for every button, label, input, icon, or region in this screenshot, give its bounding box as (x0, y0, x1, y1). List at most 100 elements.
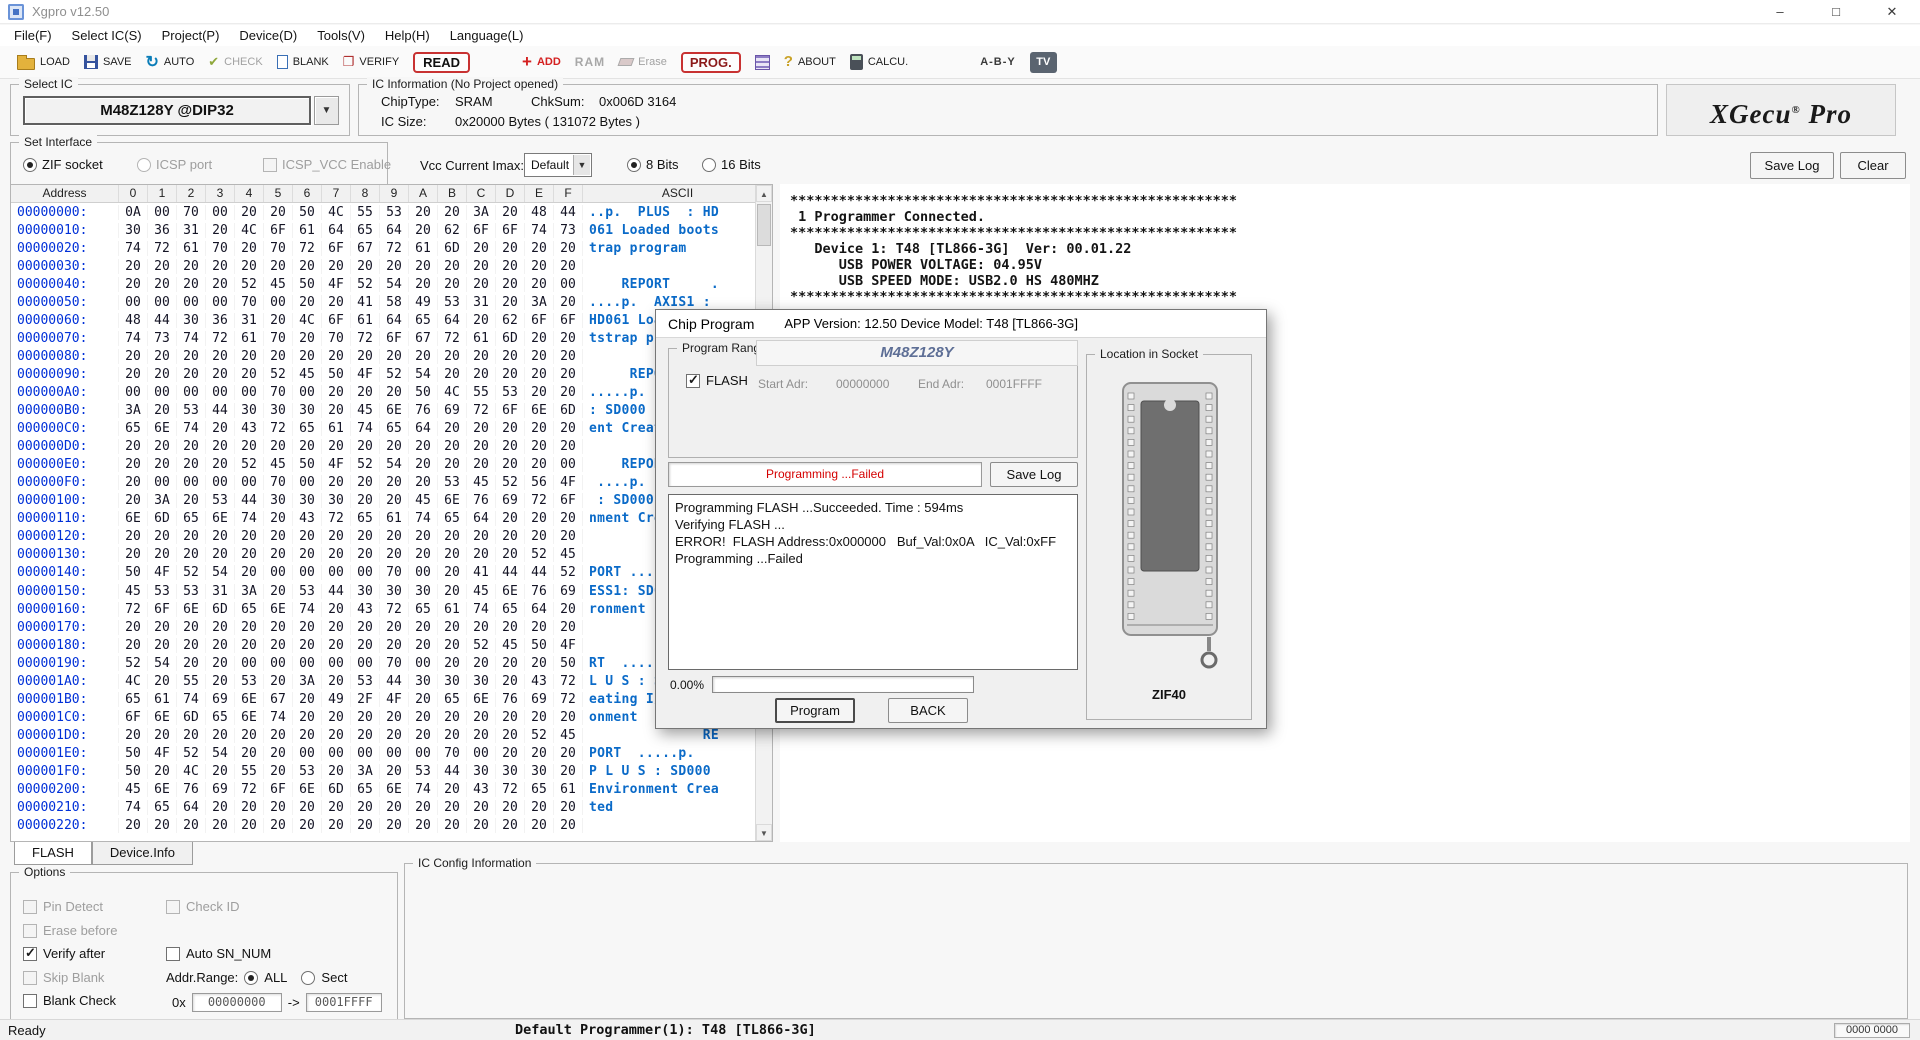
hex-byte[interactable]: 4F (554, 638, 583, 653)
hex-byte[interactable]: 20 (496, 349, 525, 364)
hex-byte[interactable]: 3A (235, 584, 264, 599)
hex-byte[interactable]: 20 (148, 674, 177, 689)
hex-byte[interactable]: 72 (554, 674, 583, 689)
hex-byte[interactable]: 20 (119, 728, 148, 743)
hex-byte[interactable]: 20 (293, 800, 322, 815)
hex-byte[interactable]: 30 (380, 584, 409, 599)
hex-byte[interactable]: 6D (322, 782, 351, 797)
hex-byte[interactable]: 74 (177, 331, 206, 346)
hex-byte[interactable]: 53 (409, 764, 438, 779)
hex-byte[interactable]: 4C (235, 223, 264, 238)
blank-check-checkbox[interactable]: Blank Check (23, 993, 116, 1008)
hex-byte[interactable]: 20 (322, 385, 351, 400)
hex-byte[interactable]: 20 (438, 529, 467, 544)
hex-byte[interactable]: 69 (554, 584, 583, 599)
vcc-current-select[interactable]: Default ▼ (524, 153, 592, 177)
hex-byte[interactable]: 00 (264, 565, 293, 580)
hex-byte[interactable]: 20 (351, 529, 380, 544)
hex-byte[interactable]: 61 (177, 241, 206, 256)
hex-byte[interactable]: 20 (496, 710, 525, 725)
hex-byte[interactable]: 20 (206, 223, 235, 238)
save-log-button[interactable]: Save Log (1750, 152, 1834, 179)
hex-byte[interactable]: 20 (322, 439, 351, 454)
hex-byte[interactable]: 20 (322, 674, 351, 689)
hex-byte[interactable]: 20 (235, 620, 264, 635)
hex-byte[interactable]: 20 (264, 511, 293, 526)
hex-byte[interactable]: 6D (206, 602, 235, 617)
hex-byte[interactable]: 70 (264, 331, 293, 346)
hex-byte[interactable]: 20 (206, 656, 235, 671)
hex-byte[interactable]: 20 (554, 331, 583, 346)
hex-byte[interactable]: 20 (496, 205, 525, 220)
hex-byte[interactable]: 4C (322, 205, 351, 220)
toolbar-save-button[interactable]: SAVE (84, 47, 132, 77)
hex-byte[interactable]: 20 (148, 439, 177, 454)
hex-byte[interactable]: 20 (380, 439, 409, 454)
hex-byte[interactable]: 20 (496, 728, 525, 743)
hex-byte[interactable]: 00 (235, 385, 264, 400)
hex-byte[interactable]: 70 (380, 565, 409, 580)
addr-range-all-radio[interactable] (244, 971, 258, 985)
hex-byte[interactable]: 6F (467, 223, 496, 238)
close-button[interactable]: ✕ (1864, 0, 1920, 24)
hex-byte[interactable]: 6E (438, 493, 467, 508)
toolbar-load-button[interactable]: LOAD (17, 47, 70, 77)
hex-byte[interactable]: 45 (119, 782, 148, 797)
hex-byte[interactable]: 20 (467, 241, 496, 256)
hex-byte[interactable]: 65 (438, 511, 467, 526)
hex-byte[interactable]: 20 (235, 547, 264, 562)
hex-byte[interactable]: 30 (438, 674, 467, 689)
hex-ascii[interactable]: trap program (583, 241, 755, 256)
hex-byte[interactable]: 44 (438, 764, 467, 779)
hex-byte[interactable]: 20 (293, 331, 322, 346)
hex-byte[interactable]: 20 (322, 728, 351, 743)
hex-byte[interactable]: 00 (177, 295, 206, 310)
hex-byte[interactable]: 20 (235, 746, 264, 761)
hex-byte[interactable]: 20 (119, 277, 148, 292)
hex-byte[interactable]: 20 (148, 764, 177, 779)
hex-byte[interactable]: 74 (119, 331, 148, 346)
hex-byte[interactable]: 20 (351, 710, 380, 725)
hex-byte[interactable]: 6E (235, 710, 264, 725)
hex-byte[interactable]: 20 (119, 439, 148, 454)
hex-byte[interactable]: 61 (380, 511, 409, 526)
hex-byte[interactable]: 3A (119, 403, 148, 418)
hex-byte[interactable]: 20 (148, 367, 177, 382)
hex-byte[interactable]: 20 (293, 728, 322, 743)
hex-byte[interactable]: 20 (467, 277, 496, 292)
hex-byte[interactable]: 20 (525, 511, 554, 526)
hex-byte[interactable]: 00 (322, 746, 351, 761)
hex-byte[interactable]: 50 (409, 385, 438, 400)
hex-byte[interactable]: 72 (119, 602, 148, 617)
hex-byte[interactable]: 20 (235, 800, 264, 815)
menu-item-tools[interactable]: Tools(V) (307, 28, 375, 43)
hex-byte[interactable]: 20 (525, 385, 554, 400)
hex-byte[interactable]: 65 (351, 511, 380, 526)
hex-byte[interactable]: 20 (177, 493, 206, 508)
hex-byte[interactable]: 20 (438, 205, 467, 220)
hex-byte[interactable]: 20 (467, 529, 496, 544)
hex-byte[interactable]: 20 (148, 457, 177, 472)
hex-byte[interactable]: 00 (467, 746, 496, 761)
hex-byte[interactable]: 20 (380, 547, 409, 562)
hex-byte[interactable]: 00 (148, 475, 177, 490)
hex-byte[interactable]: 4F (148, 565, 177, 580)
hex-byte[interactable]: 20 (554, 295, 583, 310)
hex-byte[interactable]: 20 (525, 367, 554, 382)
hex-byte[interactable]: 20 (322, 818, 351, 833)
hex-byte[interactable]: 20 (235, 259, 264, 274)
hex-byte[interactable]: 70 (322, 331, 351, 346)
hex-byte[interactable]: 20 (322, 547, 351, 562)
hex-byte[interactable]: 20 (235, 241, 264, 256)
hex-byte[interactable]: 20 (206, 638, 235, 653)
hex-byte[interactable]: 20 (409, 692, 438, 707)
hex-byte[interactable]: 65 (438, 692, 467, 707)
hex-byte[interactable]: 20 (322, 800, 351, 815)
hex-byte[interactable]: 70 (264, 385, 293, 400)
toolbar-ram-button[interactable]: RAM (575, 47, 605, 77)
hex-byte[interactable]: 64 (467, 511, 496, 526)
skip-blank-checkbox[interactable]: Skip Blank (23, 970, 104, 985)
hex-byte[interactable]: 6E (264, 602, 293, 617)
hex-byte[interactable]: 20 (148, 259, 177, 274)
hex-byte[interactable]: 00 (148, 385, 177, 400)
